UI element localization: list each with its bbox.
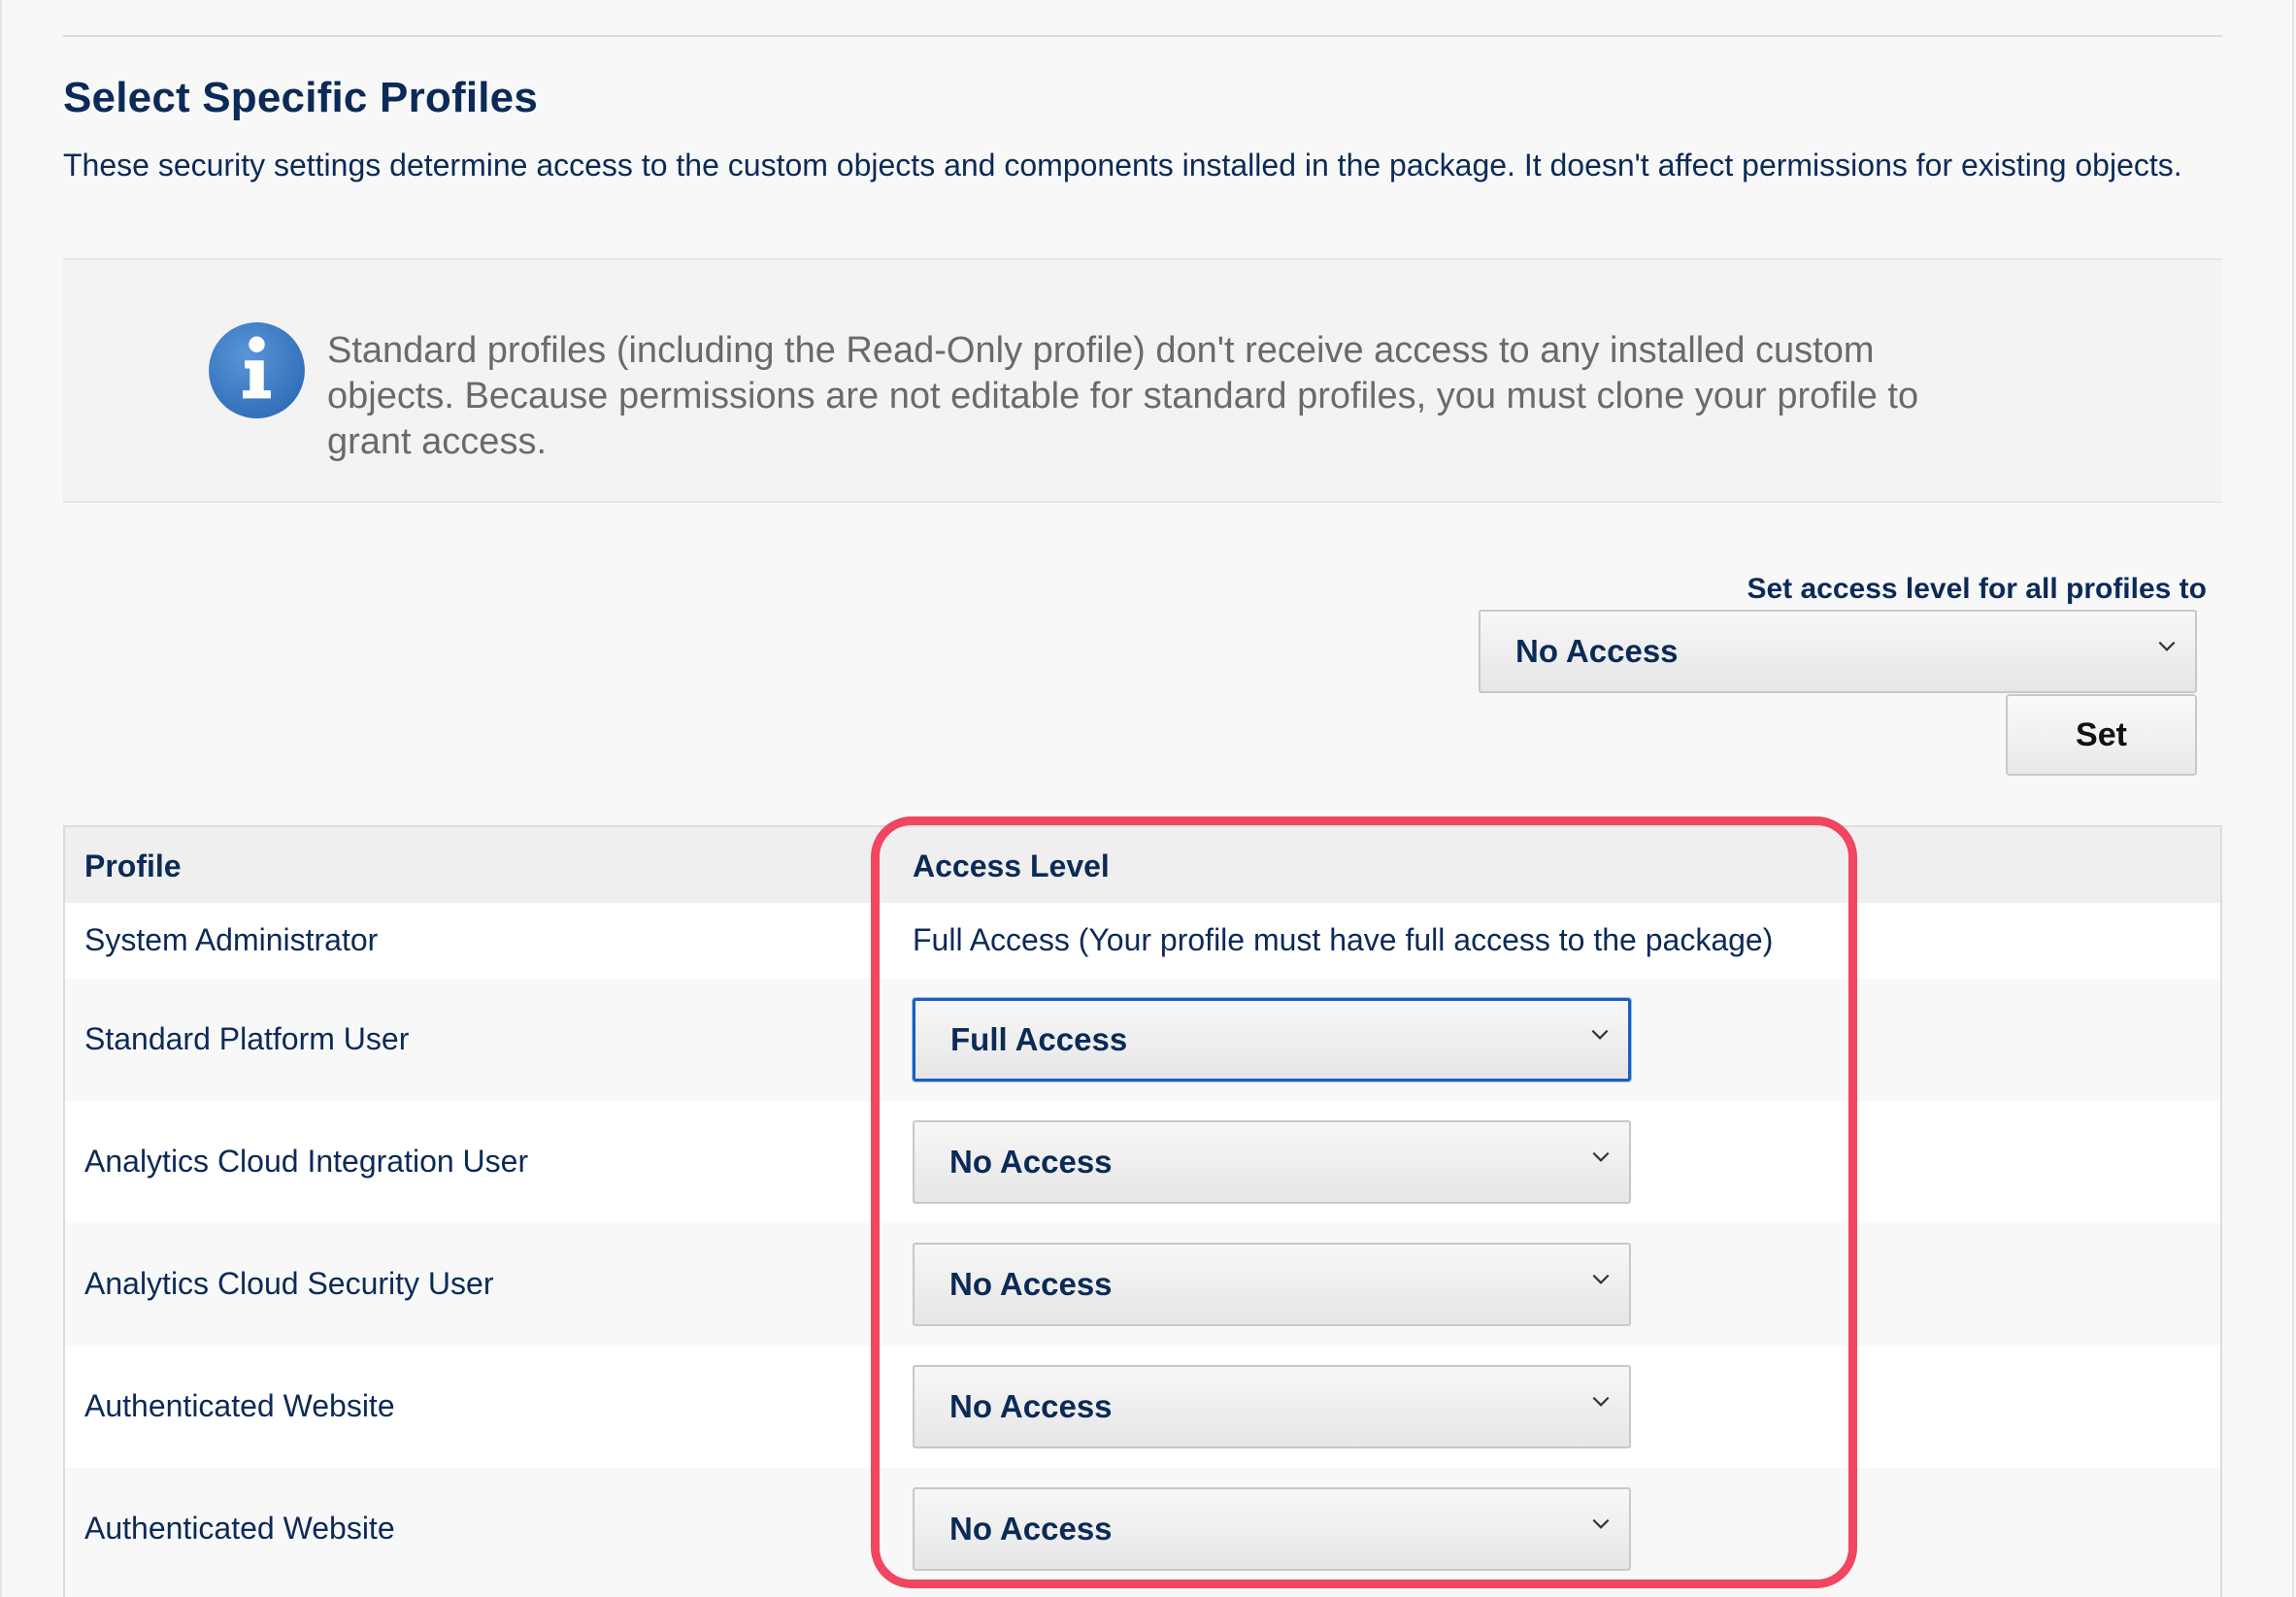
- access-level-select[interactable]: No Access: [913, 1120, 1631, 1204]
- chevron-down-icon: [1591, 1029, 1609, 1040]
- access-level-value: No Access: [949, 1388, 1113, 1424]
- profiles-table: Profile Access Level System Administrato…: [63, 825, 2222, 1597]
- chevron-down-icon: [2158, 641, 2176, 651]
- chevron-down-icon: [1592, 1274, 1610, 1284]
- table-row: System Administrator Full Access (Your p…: [65, 903, 2220, 979]
- access-level-select[interactable]: No Access: [913, 1243, 1631, 1326]
- access-level-select[interactable]: No Access: [913, 1487, 1631, 1571]
- access-level-value: No Access: [949, 1144, 1113, 1180]
- access-level-select[interactable]: Full Access: [913, 998, 1631, 1081]
- chevron-down-icon: [1592, 1151, 1610, 1162]
- profile-name: Authenticated Website: [84, 1511, 395, 1546]
- column-header-access-level: Access Level: [913, 848, 1110, 883]
- page-title: Select Specific Profiles: [63, 74, 539, 121]
- bulk-access-value: No Access: [1515, 633, 1679, 669]
- profile-name: Authenticated Website: [84, 1388, 395, 1423]
- bulk-access-select[interactable]: No Access: [1479, 610, 2197, 693]
- top-divider: [63, 35, 2222, 37]
- column-header-profile: Profile: [84, 848, 182, 883]
- table-row: Standard Platform User Full Access: [65, 979, 2220, 1101]
- table-row: Authenticated Website No Access: [65, 1346, 2220, 1468]
- chevron-down-icon: [1592, 1396, 1610, 1407]
- profile-name: Analytics Cloud Security User: [84, 1266, 494, 1301]
- profile-name: System Administrator: [84, 922, 379, 957]
- bulk-access-label: Set access level for all profiles to: [1747, 573, 2207, 605]
- access-level-value: No Access: [949, 1511, 1113, 1547]
- table-header: Profile Access Level: [65, 827, 2220, 903]
- info-icon: [209, 322, 305, 418]
- set-button[interactable]: Set: [2006, 694, 2197, 776]
- chevron-down-icon: [1592, 1518, 1610, 1529]
- table-row: Analytics Cloud Integration User No Acce…: [65, 1101, 2220, 1223]
- profile-name: Standard Platform User: [84, 1021, 410, 1056]
- profile-name: Analytics Cloud Integration User: [84, 1144, 529, 1179]
- info-text: Standard profiles (including the Read-On…: [327, 330, 1919, 462]
- page-description: These security settings determine access…: [63, 148, 2182, 183]
- access-level-select[interactable]: No Access: [913, 1365, 1631, 1448]
- table-row: Analytics Cloud Security User No Access: [65, 1223, 2220, 1346]
- access-level-text: Full Access (Your profile must have full…: [913, 922, 1774, 957]
- access-level-value: No Access: [949, 1266, 1113, 1302]
- table-row: Authenticated Website No Access: [65, 1468, 2220, 1590]
- info-notice: Standard profiles (including the Read-On…: [63, 258, 2222, 503]
- access-level-value: Full Access: [950, 1021, 1128, 1057]
